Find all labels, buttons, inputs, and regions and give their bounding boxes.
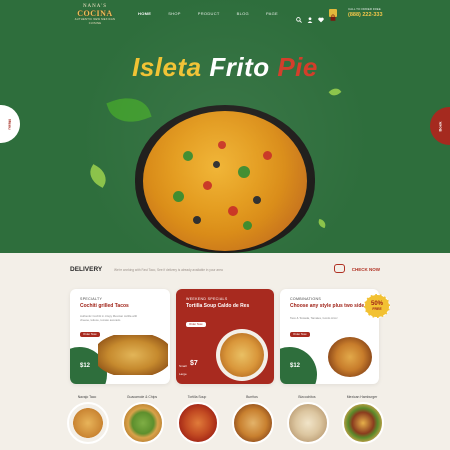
- nav-item-blog[interactable]: BLOG: [237, 11, 249, 16]
- logo-tagline: AUTHENTIC NEW MEXICAN CUISINE: [74, 18, 116, 25]
- hero-title: Isleta Frito Pie: [0, 52, 450, 83]
- category-image: [342, 402, 384, 444]
- category-item[interactable]: Guacamole & Chips: [117, 395, 167, 444]
- card-price: $12: [80, 363, 91, 369]
- card-label: WEEKEND SPECIALS: [186, 297, 228, 301]
- right-side-tab-label: Book: [437, 121, 443, 131]
- nav-item-home[interactable]: HOME: [138, 11, 151, 16]
- header-icons: [296, 9, 337, 23]
- left-side-tab-label: Menu: [7, 118, 13, 130]
- card-title: Choose any style plus two sides: [290, 303, 367, 309]
- hero-title-part3: Pie: [277, 52, 318, 82]
- category-image: [177, 402, 219, 444]
- decorative-leaf: [328, 85, 342, 99]
- user-icon[interactable]: [307, 10, 313, 23]
- category-item[interactable]: Mexican Hamburger: [337, 395, 387, 444]
- card-title: Cochiti grilled Tacos: [80, 303, 129, 309]
- category-image: [67, 402, 109, 444]
- category-label: Tortilla Soup: [187, 395, 207, 399]
- category-label: Mexican Hamburger: [346, 395, 378, 399]
- hero-title-part1: Isleta: [132, 52, 202, 82]
- category-label: Burritos: [246, 395, 258, 399]
- price-size-large: Large: [179, 372, 187, 376]
- card-label: SPECIALTY: [80, 297, 103, 301]
- category-image: [232, 402, 274, 444]
- contact-phone[interactable]: (888) 222-333: [348, 12, 383, 19]
- category-item[interactable]: Bizcochitos: [282, 395, 332, 444]
- order-now-button[interactable]: Order Now: [290, 332, 310, 337]
- category-label: Bizcochitos: [298, 395, 316, 399]
- price-size-small: Small: [179, 364, 187, 368]
- card-label: COMBINATIONS: [290, 297, 322, 301]
- brand-logo[interactable]: NANA'S COCINA AUTHENTIC NEW MEXICAN CUIS…: [70, 4, 120, 25]
- contact-block: CALL TO ORDER FREE (888) 222-333: [348, 7, 383, 19]
- card-title: Tortilla Soup Caldo de Res: [186, 303, 250, 309]
- logo-name-main: COCINA: [77, 9, 113, 18]
- heart-icon[interactable]: [318, 10, 324, 23]
- category-image: [122, 402, 164, 444]
- scooter-icon: [334, 264, 345, 273]
- nav-item-shop[interactable]: SHOP: [168, 11, 181, 16]
- combination-plate-image: [328, 337, 372, 377]
- check-now-link[interactable]: CHECK NOW: [352, 267, 380, 272]
- top-navigation-bar: NANA'S COCINA AUTHENTIC NEW MEXICAN CUIS…: [0, 0, 450, 28]
- frito-pie-image: [143, 111, 307, 251]
- hero-banner: NANA'S COCINA AUTHENTIC NEW MEXICAN CUIS…: [0, 0, 450, 253]
- delivery-heading: DELIVERY: [70, 266, 103, 273]
- order-now-button[interactable]: Order Now: [186, 322, 206, 327]
- hero-title-part2: Frito: [209, 52, 270, 82]
- decorative-leaf: [106, 90, 152, 130]
- order-now-button[interactable]: Order Now: [80, 332, 100, 337]
- decorative-leaf: [85, 164, 111, 188]
- card-price: $7: [190, 360, 198, 367]
- weekend-specials-card[interactable]: WEEKEND SPECIALS Tortilla Soup Caldo de …: [176, 289, 274, 384]
- category-label: Navajo Taco: [77, 395, 97, 399]
- card-description: Authentic Cochiti in crispy Mexican tort…: [80, 314, 138, 322]
- specialty-card[interactable]: SPECIALTY Cochiti grilled Tacos Authenti…: [70, 289, 170, 384]
- decorative-leaf: [317, 218, 327, 229]
- soup-bowl-image: [216, 329, 268, 381]
- search-icon[interactable]: [296, 10, 302, 23]
- cart-icon[interactable]: [329, 9, 337, 21]
- category-row: Navajo Taco Guacamole & Chips Tortilla S…: [62, 395, 392, 450]
- category-item[interactable]: Tortilla Soup: [172, 395, 222, 444]
- left-side-tab[interactable]: Menu: [0, 105, 20, 143]
- category-item[interactable]: Burritos: [227, 395, 277, 444]
- category-image: [287, 402, 329, 444]
- discount-badge: 50% FREE: [364, 294, 390, 318]
- right-side-tab[interactable]: Book: [430, 107, 450, 145]
- category-item[interactable]: Navajo Taco: [62, 395, 112, 444]
- card-description: Taco & Tostada, Tamales, Gordo Arroz: [290, 316, 338, 320]
- main-nav: HOME SHOP PRODUCT BLOG PAGE: [138, 11, 295, 16]
- badge-label: FREE: [372, 307, 382, 311]
- category-label: Guacamole & Chips: [126, 395, 158, 399]
- nav-item-page[interactable]: PAGE: [266, 11, 278, 16]
- tacos-image: [98, 335, 168, 375]
- nav-item-product[interactable]: PRODUCT: [198, 11, 220, 16]
- card-price: $12: [290, 363, 301, 369]
- delivery-description: We're working with Fast Taco, See if del…: [114, 268, 223, 272]
